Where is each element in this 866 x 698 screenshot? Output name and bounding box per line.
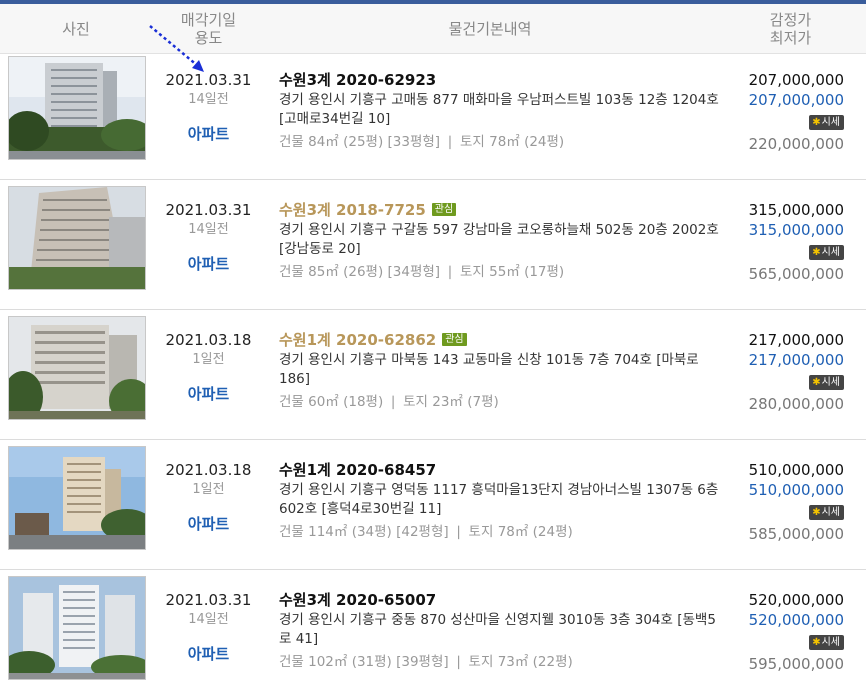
- market-price-label: 시세: [821, 507, 840, 518]
- usage-type: 아파트: [187, 125, 230, 143]
- market-price-button[interactable]: ✱시세: [809, 245, 844, 260]
- header-info: 물건기본내역: [265, 4, 715, 54]
- minimum-price: 520,000,000: [748, 611, 844, 629]
- header-price[interactable]: 감정가 최저가: [715, 4, 866, 54]
- market-price-button[interactable]: ✱시세: [809, 375, 844, 390]
- star-icon: ✱: [812, 637, 821, 648]
- property-photo[interactable]: [8, 56, 146, 160]
- case-number-link[interactable]: 수원1계 2020-68457: [279, 461, 436, 479]
- market-price: 565,000,000: [748, 265, 844, 283]
- property-photo[interactable]: [8, 446, 146, 550]
- market-price-button[interactable]: ✱시세: [809, 505, 844, 520]
- property-info-cell: 수원3계 2020-65007 경기 용인시 기흥구 중동 870 성산마을 신영…: [279, 590, 719, 672]
- header-info-label: 물건기본내역: [448, 20, 532, 38]
- date-usage-cell: 2021.03.18 1일전아파트: [152, 330, 265, 404]
- property-address: 경기 용인시 기흥구 마북동 143 교동마을 신창 101동 7층 704호 …: [279, 352, 699, 387]
- star-icon: ✱: [812, 377, 821, 388]
- property-area: 건물 84㎡ (25평) [33평형] ❘ 토지 78㎡ (24평): [279, 134, 565, 150]
- auction-date: 2021.03.31: [165, 591, 252, 609]
- market-price: 595,000,000: [748, 655, 844, 673]
- star-icon: ✱: [812, 507, 821, 518]
- list-header: 사진 매각기일 용도 물건기본내역 감정가 최저가: [0, 4, 866, 54]
- appraised-price: 315,000,000: [748, 201, 844, 219]
- property-area: 건물 102㎡ (31평) [39평형] ❘ 토지 73㎡ (22평): [279, 654, 573, 670]
- market-price: 220,000,000: [748, 135, 844, 153]
- days-ago: 14일전: [188, 612, 229, 627]
- header-appraise-label: 감정가: [769, 11, 812, 29]
- price-cell: 510,000,000 510,000,000 ✱시세 585,000,000: [720, 460, 844, 544]
- days-ago: 1일전: [192, 482, 225, 497]
- market-price-button[interactable]: ✱시세: [809, 635, 844, 650]
- list-item[interactable]: 2021.03.18 1일전아파트 수원1계 2020-62862 관심경기 용인시 …: [0, 310, 866, 440]
- case-number-link[interactable]: 수원3계 2020-65007: [279, 591, 436, 609]
- market-price-label: 시세: [821, 117, 840, 128]
- usage-type: 아파트: [187, 385, 230, 403]
- property-info-cell: 수원3계 2020-62923 경기 용인시 기흥구 고매동 877 매화마을 우…: [279, 70, 719, 152]
- auction-date: 2021.03.18: [165, 331, 252, 349]
- usage-type: 아파트: [187, 515, 230, 533]
- case-number-link[interactable]: 수원1계 2020-62862: [279, 331, 436, 349]
- days-ago: 14일전: [188, 222, 229, 237]
- date-usage-cell: 2021.03.18 1일전아파트: [152, 460, 265, 534]
- market-price-label: 시세: [821, 247, 840, 258]
- watch-badge: 관심: [442, 333, 467, 346]
- list-item[interactable]: 2021.03.18 1일전아파트 수원1계 2020-68457 경기 용인시 기흥…: [0, 440, 866, 570]
- market-price: 585,000,000: [748, 525, 844, 543]
- price-cell: 315,000,000 315,000,000 ✱시세 565,000,000: [720, 200, 844, 284]
- star-icon: ✱: [812, 117, 821, 128]
- minimum-price: 217,000,000: [748, 351, 844, 369]
- property-photo[interactable]: [8, 316, 146, 420]
- property-photo[interactable]: [8, 576, 146, 680]
- property-info-cell: 수원3계 2018-7725 관심경기 용인시 기흥구 구갈동 597 강남마을 …: [279, 200, 719, 282]
- days-ago: 1일전: [192, 352, 225, 367]
- list-item[interactable]: 2021.03.31 14일전아파트 수원3계 2018-7725 관심경기 용인시 …: [0, 180, 866, 310]
- property-info-cell: 수원1계 2020-68457 경기 용인시 기흥구 영덕동 1117 흥덕마을1…: [279, 460, 719, 542]
- market-price-button[interactable]: ✱시세: [809, 115, 844, 130]
- property-photo[interactable]: [8, 186, 146, 290]
- header-min-label: 최저가: [769, 29, 812, 47]
- usage-type: 아파트: [187, 255, 230, 273]
- property-info-cell: 수원1계 2020-62862 관심경기 용인시 기흥구 마북동 143 교동마을…: [279, 330, 719, 412]
- market-price: 280,000,000: [748, 395, 844, 413]
- minimum-price: 510,000,000: [748, 481, 844, 499]
- property-address: 경기 용인시 기흥구 고매동 877 매화마을 우남퍼스트빌 103동 12층 …: [279, 92, 719, 127]
- property-area: 건물 114㎡ (34평) [42평형] ❘ 토지 78㎡ (24평): [279, 524, 573, 540]
- auction-date: 2021.03.31: [165, 71, 252, 89]
- market-price-label: 시세: [821, 377, 840, 388]
- appraised-price: 510,000,000: [748, 461, 844, 479]
- appraised-price: 217,000,000: [748, 331, 844, 349]
- usage-type: 아파트: [187, 645, 230, 663]
- list-item[interactable]: 2021.03.31 14일전아파트 수원3계 2020-65007 경기 용인시 기…: [0, 570, 866, 698]
- price-cell: 207,000,000 207,000,000 ✱시세 220,000,000: [720, 70, 844, 154]
- list-item[interactable]: 2021.03.31 14일전아파트 수원3계 2020-62923 경기 용인시 기…: [0, 50, 866, 180]
- date-usage-cell: 2021.03.31 14일전아파트: [152, 200, 265, 274]
- market-price-label: 시세: [821, 637, 840, 648]
- price-cell: 217,000,000 217,000,000 ✱시세 280,000,000: [720, 330, 844, 414]
- property-area: 건물 85㎡ (26평) [34평형] ❘ 토지 55㎡ (17평): [279, 264, 565, 280]
- property-address: 경기 용인시 기흥구 중동 870 성산마을 신영지웰 3010동 3층 304…: [279, 612, 716, 647]
- price-cell: 520,000,000 520,000,000 ✱시세 595,000,000: [720, 590, 844, 674]
- property-area: 건물 60㎡ (18평) ❘ 토지 23㎡ (7평): [279, 394, 499, 410]
- appraised-price: 207,000,000: [748, 71, 844, 89]
- date-usage-cell: 2021.03.31 14일전아파트: [152, 70, 265, 144]
- days-ago: 14일전: [188, 92, 229, 107]
- header-photo-label: 사진: [62, 20, 90, 38]
- date-usage-cell: 2021.03.31 14일전아파트: [152, 590, 265, 664]
- star-icon: ✱: [812, 247, 821, 258]
- minimum-price: 207,000,000: [748, 91, 844, 109]
- case-number-link[interactable]: 수원3계 2018-7725: [279, 201, 426, 219]
- watch-badge: 관심: [431, 203, 457, 216]
- minimum-price: 315,000,000: [748, 221, 844, 239]
- appraised-price: 520,000,000: [748, 591, 844, 609]
- property-address: 경기 용인시 기흥구 구갈동 597 강남마을 코오롱하늘채 502동 20층 …: [279, 222, 719, 257]
- property-address: 경기 용인시 기흥구 영덕동 1117 흥덕마을13단지 경남아너스빌 1307…: [279, 482, 719, 517]
- header-photo: 사진: [0, 4, 152, 54]
- auction-date: 2021.03.31: [165, 201, 252, 219]
- auction-date: 2021.03.18: [165, 461, 252, 479]
- case-number-link[interactable]: 수원3계 2020-62923: [279, 71, 436, 89]
